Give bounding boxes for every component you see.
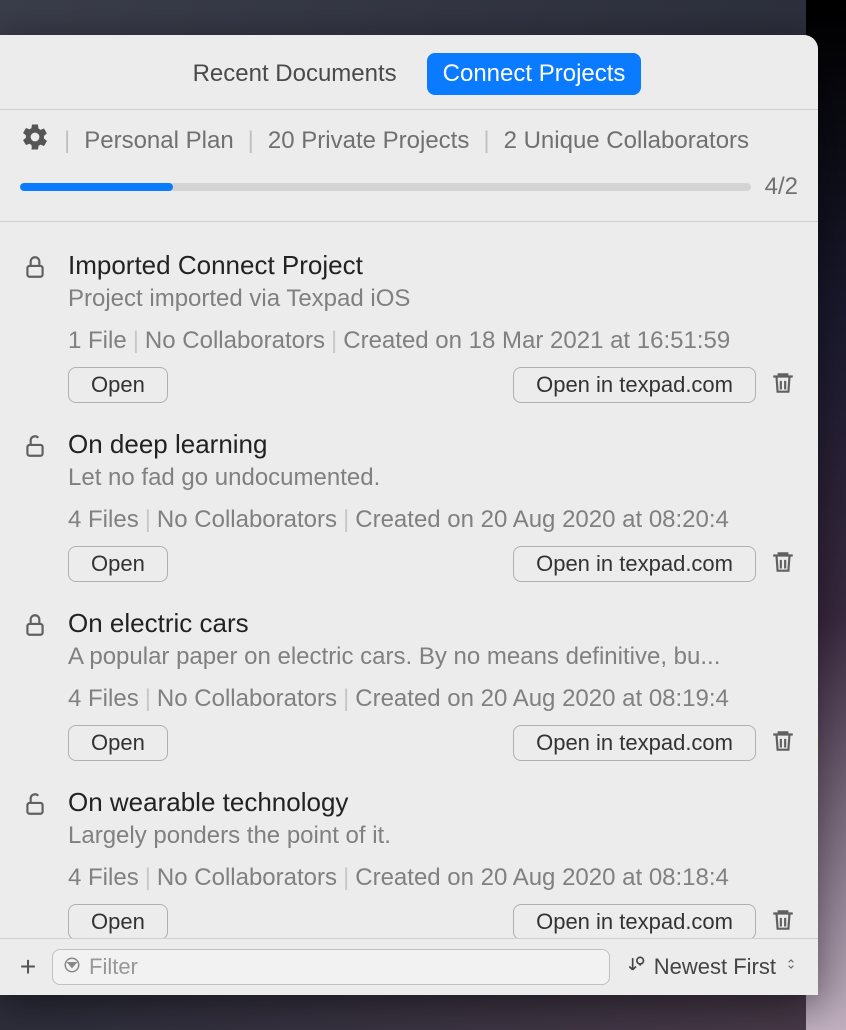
open-button[interactable]: Open <box>68 904 168 938</box>
project-list: Imported Connect Project Project importe… <box>0 222 818 938</box>
plan-collaborators: 2 Unique Collaborators <box>504 127 749 155</box>
gear-icon[interactable] <box>20 122 50 159</box>
plan-usage-bar <box>20 183 751 191</box>
open-web-button[interactable]: Open in texpad.com <box>513 904 756 938</box>
filter-icon <box>63 956 81 979</box>
project-title: Imported Connect Project <box>68 250 796 281</box>
trash-icon[interactable] <box>770 370 796 401</box>
project-subtitle: Let no fad go undocumented. <box>68 464 796 492</box>
project-meta: 4 Files|No Collaborators|Created on 20 A… <box>68 685 796 713</box>
project-meta: 4 Files|No Collaborators|Created on 20 A… <box>68 864 796 892</box>
plan-name: Personal Plan <box>84 127 233 155</box>
project-subtitle: Largely ponders the point of it. <box>68 822 796 850</box>
lock-icon <box>22 608 52 643</box>
project-item: On electric cars A popular paper on elec… <box>22 590 796 769</box>
sort-label: Newest First <box>654 954 776 980</box>
filter-field[interactable] <box>52 949 610 985</box>
project-item: Imported Connect Project Project importe… <box>22 232 796 411</box>
tab-connect-projects[interactable]: Connect Projects <box>427 53 642 95</box>
plan-usage-fill <box>20 183 173 191</box>
project-title: On electric cars <box>68 608 796 639</box>
unlock-icon <box>22 429 52 464</box>
trash-icon[interactable] <box>770 728 796 759</box>
project-title: On deep learning <box>68 429 796 460</box>
filter-input[interactable] <box>89 954 599 980</box>
plan-usage-label: 4/2 <box>765 173 798 201</box>
chevron-updown-icon <box>784 954 798 980</box>
project-meta: 1 File|No Collaborators|Created on 18 Ma… <box>68 327 796 355</box>
sort-selector[interactable]: Newest First <box>620 950 804 984</box>
plan-projects: 20 Private Projects <box>268 127 469 155</box>
connect-window: Recent Documents Connect Projects | Pers… <box>0 35 818 995</box>
footer-bar: + Newest First <box>0 938 818 995</box>
project-item: On wearable technology Largely ponders t… <box>22 769 796 938</box>
open-web-button[interactable]: Open in texpad.com <box>513 546 756 582</box>
open-button[interactable]: Open <box>68 546 168 582</box>
sort-direction-icon <box>626 954 646 980</box>
project-subtitle: A popular paper on electric cars. By no … <box>68 643 796 671</box>
tabs-row: Recent Documents Connect Projects <box>0 35 818 110</box>
trash-icon[interactable] <box>770 907 796 938</box>
unlock-icon <box>22 787 52 822</box>
project-title: On wearable technology <box>68 787 796 818</box>
plan-info: | Personal Plan | 20 Private Projects | … <box>0 110 818 222</box>
open-button[interactable]: Open <box>68 367 168 403</box>
project-subtitle: Project imported via Texpad iOS <box>68 285 796 313</box>
open-button[interactable]: Open <box>68 725 168 761</box>
open-web-button[interactable]: Open in texpad.com <box>513 725 756 761</box>
trash-icon[interactable] <box>770 549 796 580</box>
lock-icon <box>22 250 52 285</box>
add-icon[interactable]: + <box>14 953 42 981</box>
open-web-button[interactable]: Open in texpad.com <box>513 367 756 403</box>
project-item: On deep learning Let no fad go undocumen… <box>22 411 796 590</box>
project-meta: 4 Files|No Collaborators|Created on 20 A… <box>68 506 796 534</box>
tab-recent-documents[interactable]: Recent Documents <box>177 53 413 95</box>
